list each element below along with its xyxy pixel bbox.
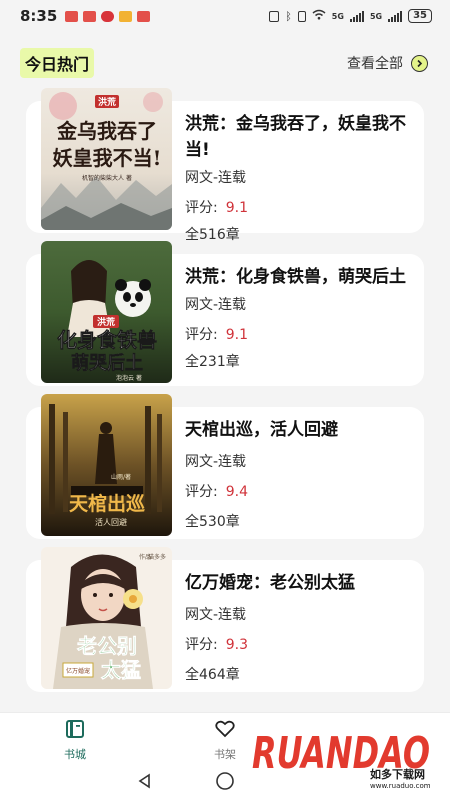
cover-tag: 亿万婚宠 [66, 667, 90, 675]
heart-icon [214, 719, 236, 742]
view-all-button[interactable]: 查看全部 [347, 53, 428, 73]
view-all-label: 查看全部 [347, 56, 403, 72]
watermark-cn: 如多下载网 [370, 767, 425, 781]
home-icon[interactable] [215, 771, 235, 795]
book-score: 9.1 [225, 200, 248, 216]
book-icon [64, 719, 86, 742]
cover-title-line1: 天棺出巡 [69, 492, 145, 515]
book-cover[interactable]: 洪荒 化身食铁兽 萌哭后土 泡泡云 著 [41, 241, 172, 383]
book-score: 9.3 [225, 637, 248, 653]
watermark-url: www.ruaduo.com [370, 782, 431, 790]
network-label: 5G [331, 11, 344, 21]
book-info: 洪荒：金乌我吞了，妖皇我不当! 网文-连载 评分: 9.1 全516章 [185, 111, 406, 247]
battery-indicator: 35 [408, 9, 432, 23]
cover-tag: 洪荒 [98, 96, 116, 108]
network-label: 5G [369, 11, 383, 21]
book-chapters: 全516章 [185, 227, 240, 243]
book-card[interactable]: 山雨/著 天棺出巡 活人回避 天棺出巡，活人回避 网文-连载 评分: 9.4 全5… [26, 394, 424, 539]
cover-title-line1: 化身食铁兽 [57, 328, 157, 352]
book-score-row: 评分: 9.1 [185, 193, 406, 223]
book-category: 网文-连载 [185, 607, 247, 623]
app-notification-icon [119, 10, 133, 22]
cover-author: 机智的柴柴大人 著 [82, 174, 132, 182]
cover-title-line2: 妖皇我不当! [53, 146, 162, 170]
cover-title-line2: 活人回避 [95, 517, 127, 527]
book-title[interactable]: 亿万婚宠：老公别太猛 [185, 570, 406, 596]
book-cover[interactable]: 洪荒 金乌我吞了 妖皇我不当! 机智的柴柴大人 著 [41, 88, 172, 230]
book-info: 亿万婚宠：老公别太猛 网文-连载 评分: 9.3 全464章 [185, 570, 406, 690]
status-indicators: ᛒ 5G 5G 35 [269, 9, 432, 23]
cover-author: 山雨/著 [111, 473, 131, 481]
book-category: 网文-连载 [185, 170, 247, 186]
score-label: 评分: [185, 484, 218, 500]
book-score: 9.4 [225, 484, 248, 500]
book-card[interactable]: 洪荒 金乌我吞了 妖皇我不当! 机智的柴柴大人 著 洪荒：金乌我吞了，妖皇我不当… [26, 88, 424, 243]
cover-title-line1: 老公别 [77, 634, 137, 658]
nfc-icon [269, 10, 280, 22]
book-score-row: 评分: 9.3 [185, 630, 406, 660]
book-info: 洪荒：化身食铁兽，萌哭后土 网文-连载 评分: 9.1 全231章 [185, 264, 406, 374]
book-title[interactable]: 洪荒：金乌我吞了，妖皇我不当! [185, 111, 406, 163]
book-cover[interactable]: 山雨/著 天棺出巡 活人回避 [41, 394, 172, 536]
bluetooth-icon: ᛒ [285, 9, 292, 23]
cover-title-line2: 太猛 [101, 658, 141, 682]
book-info: 天棺出巡，活人回避 网文-连载 评分: 9.4 全530章 [185, 417, 406, 537]
score-label: 评分: [185, 637, 218, 653]
book-card[interactable]: 猫多多 作品 老公别 太猛 亿万婚宠 亿万婚宠：老公别太猛 网文-连载 评分: 9… [26, 547, 424, 692]
vibrate-icon [297, 10, 306, 22]
section-title: 今日热门 [20, 48, 95, 78]
watermark-logo: RUANDAO 如多下载网 www.ruaduo.com [252, 716, 446, 794]
book-score: 9.1 [225, 327, 248, 343]
book-category: 网文-连载 [185, 454, 247, 470]
mail-notification-icon [83, 10, 97, 22]
status-time: 8:35 [20, 7, 58, 25]
mail-notification-icon [65, 10, 79, 22]
cover-author-prefix: 作品 [139, 553, 151, 561]
book-card[interactable]: 洪荒 化身食铁兽 萌哭后土 泡泡云 著 洪荒：化身食铁兽，萌哭后土 网文-连载 … [26, 241, 424, 386]
book-category: 网文-连载 [185, 297, 247, 313]
book-score-row: 评分: 9.1 [185, 320, 406, 350]
book-chapters: 全530章 [185, 514, 240, 530]
status-bar: 8:35 ᛒ 5G 5G 35 [0, 0, 450, 32]
mail-notification-icon [137, 10, 151, 22]
cover-tag: 洪荒 [97, 316, 115, 328]
signal-icon [388, 10, 403, 22]
arrow-right-icon [411, 54, 428, 72]
book-chapters: 全464章 [185, 667, 240, 683]
cover-title-line1: 金乌我吞了 [56, 119, 157, 143]
book-chapters: 全231章 [185, 354, 240, 370]
cover-title-line2: 萌哭后土 [71, 352, 143, 374]
signal-icon [349, 10, 364, 22]
tab-label: 书城 [64, 748, 86, 761]
app-notification-icon [101, 10, 115, 22]
book-title[interactable]: 洪荒：化身食铁兽，萌哭后土 [185, 264, 406, 290]
score-label: 评分: [185, 200, 218, 216]
wifi-icon [312, 9, 326, 23]
cover-author: 泡泡云 著 [116, 374, 142, 382]
book-cover[interactable]: 猫多多 作品 老公别 太猛 亿万婚宠 [41, 547, 172, 689]
section-header: 今日热门 查看全部 [20, 48, 428, 78]
book-score-row: 评分: 9.4 [185, 477, 406, 507]
score-label: 评分: [185, 327, 218, 343]
book-title[interactable]: 天棺出巡，活人回避 [185, 417, 406, 443]
back-icon[interactable] [137, 773, 153, 793]
tab-bookstore[interactable]: 书城 [35, 719, 115, 762]
